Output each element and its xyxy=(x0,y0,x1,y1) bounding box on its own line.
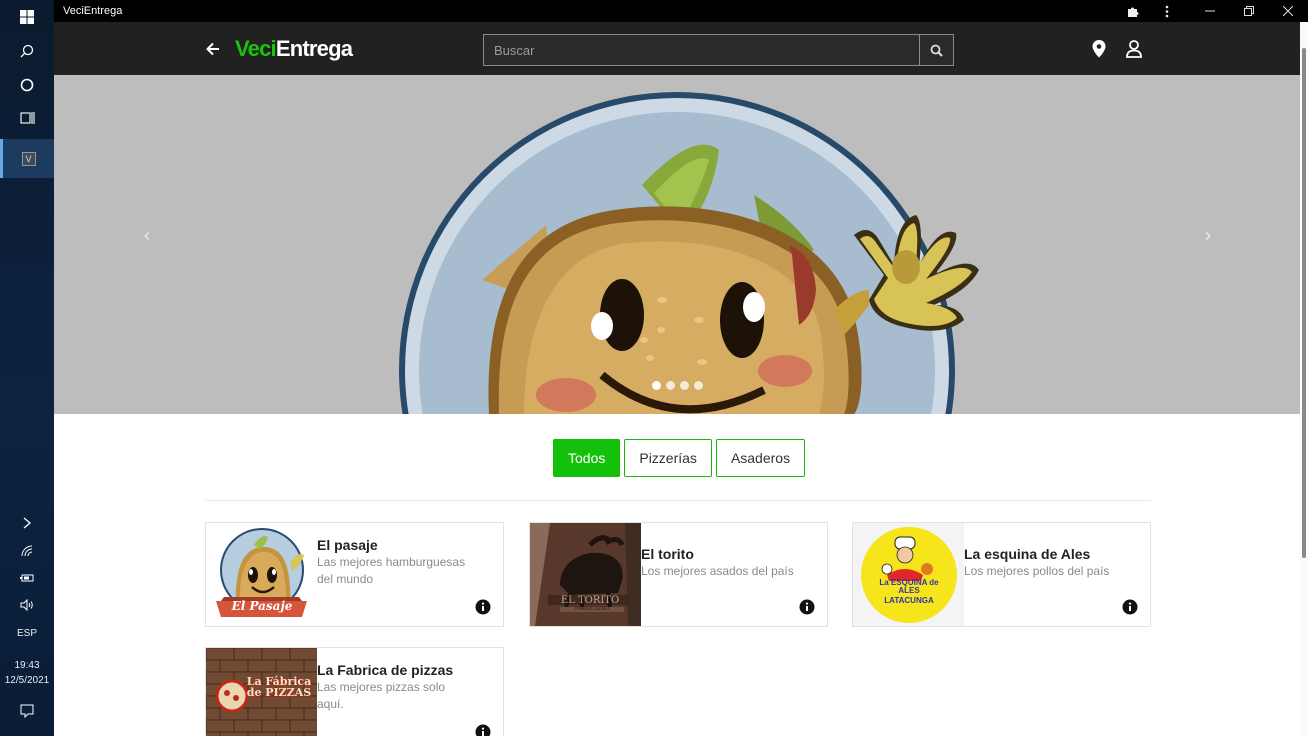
search-icon[interactable] xyxy=(0,34,54,68)
info-icon[interactable] xyxy=(475,599,491,615)
logo-part-veci: Veci xyxy=(235,36,277,61)
app-icon: V xyxy=(21,151,36,166)
carousel-indicators xyxy=(652,381,703,390)
logo-subcaption: PARRILLERO xyxy=(574,606,610,612)
logo-caption: La Fábrica de PIZZAS xyxy=(246,675,312,699)
page-scrollbar[interactable] xyxy=(1300,22,1308,736)
restaurant-logo: EL TORITO PARRILLERO xyxy=(530,523,641,626)
volume-icon[interactable] xyxy=(0,588,54,622)
search-icon xyxy=(930,44,943,57)
location-pin-icon[interactable] xyxy=(1089,39,1109,59)
restaurant-logo: El Pasaje xyxy=(206,523,317,626)
logo-caption: El Pasaje xyxy=(231,599,293,613)
filter-pizzerias-button[interactable]: Pizzerías xyxy=(624,439,712,477)
cortana-icon[interactable] xyxy=(0,68,54,102)
restaurant-logo: La ESQUINA de ALES LATACUNGA xyxy=(853,523,964,626)
window-title-bar: VeciEntrega xyxy=(54,0,1308,22)
logo-subcaption: LATACUNGA xyxy=(884,596,934,605)
info-icon[interactable] xyxy=(475,724,491,736)
more-options-icon[interactable] xyxy=(1148,0,1186,22)
back-arrow-icon[interactable] xyxy=(202,38,224,60)
logo-part-entrega: Entrega xyxy=(275,36,353,61)
window-title: VeciEntrega xyxy=(63,5,123,17)
carousel-prev-chevron-icon[interactable]: ‹ xyxy=(137,225,157,245)
restaurant-description: Los mejores pollos del país xyxy=(964,564,1110,578)
restaurant-name[interactable]: La esquina de Ales xyxy=(964,546,1090,562)
minimize-icon[interactable] xyxy=(1191,0,1229,22)
app-header: VeciEntrega Buscar xyxy=(54,22,1300,75)
extensions-puzzle-icon[interactable] xyxy=(1114,0,1152,22)
carousel-dot-4[interactable] xyxy=(694,381,703,390)
restaurant-card-la-fabrica-de-pizzas[interactable]: La Fábrica de PIZZAS La Fabrica de pizza… xyxy=(205,647,504,736)
windows-start-icon[interactable] xyxy=(0,0,54,34)
restaurant-description: Las mejores hamburguesas del mundo xyxy=(317,555,466,586)
filter-todos-button[interactable]: Todos xyxy=(553,439,621,477)
restaurant-card-el-pasaje[interactable]: El Pasaje El pasaje Las mejores hamburgu… xyxy=(205,522,504,627)
windows-taskbar: V ESP 19:43 12/5/2021 xyxy=(0,0,54,736)
language-indicator[interactable]: ESP xyxy=(0,628,54,639)
app-logo[interactable]: VeciEntrega xyxy=(235,36,353,62)
restaurant-name[interactable]: La Fabrica de pizzas xyxy=(317,662,453,678)
close-icon[interactable] xyxy=(1269,0,1307,22)
restore-icon[interactable] xyxy=(1230,0,1268,22)
filter-asaderos-button[interactable]: Asaderos xyxy=(715,439,806,477)
taskbar-app-veci[interactable]: V xyxy=(0,139,54,178)
logo-caption: EL TORITO xyxy=(560,595,620,606)
carousel-dot-1[interactable] xyxy=(652,381,661,390)
info-icon[interactable] xyxy=(799,599,815,615)
search-input[interactable]: Buscar xyxy=(483,34,920,66)
carousel-dot-3[interactable] xyxy=(680,381,689,390)
section-divider xyxy=(205,500,1151,501)
category-filters: Todos Pizzerías Asaderos xyxy=(553,439,806,477)
restaurant-description: Los mejores asados del país xyxy=(641,564,794,578)
clock-time[interactable]: 19:43 xyxy=(0,660,54,671)
scrollbar-thumb[interactable] xyxy=(1302,48,1306,558)
restaurant-card-la-esquina-de-ales[interactable]: La ESQUINA de ALES LATACUNGA La esquina … xyxy=(852,522,1151,627)
task-view-icon[interactable] xyxy=(0,101,54,135)
clock-date[interactable]: 12/5/2021 xyxy=(0,675,54,686)
restaurant-description: Las mejores pizzas solo aquí. xyxy=(317,680,446,711)
search-button[interactable] xyxy=(919,34,954,66)
restaurant-logo: La Fábrica de PIZZAS xyxy=(206,648,317,736)
hero-carousel[interactable]: ‹ › xyxy=(54,75,1300,414)
info-icon[interactable] xyxy=(1122,599,1138,615)
carousel-next-chevron-icon[interactable]: › xyxy=(1198,225,1218,245)
carousel-dot-2[interactable] xyxy=(666,381,675,390)
user-profile-icon[interactable] xyxy=(1124,39,1144,59)
carousel-slide-image xyxy=(399,92,979,414)
logo-caption: La ESQUINA de ALES xyxy=(879,578,939,595)
notifications-icon[interactable] xyxy=(0,694,54,728)
restaurant-name[interactable]: El pasaje xyxy=(317,537,378,553)
restaurant-card-el-torito[interactable]: EL TORITO PARRILLERO El torito Los mejor… xyxy=(529,522,828,627)
restaurant-name[interactable]: El torito xyxy=(641,546,694,562)
